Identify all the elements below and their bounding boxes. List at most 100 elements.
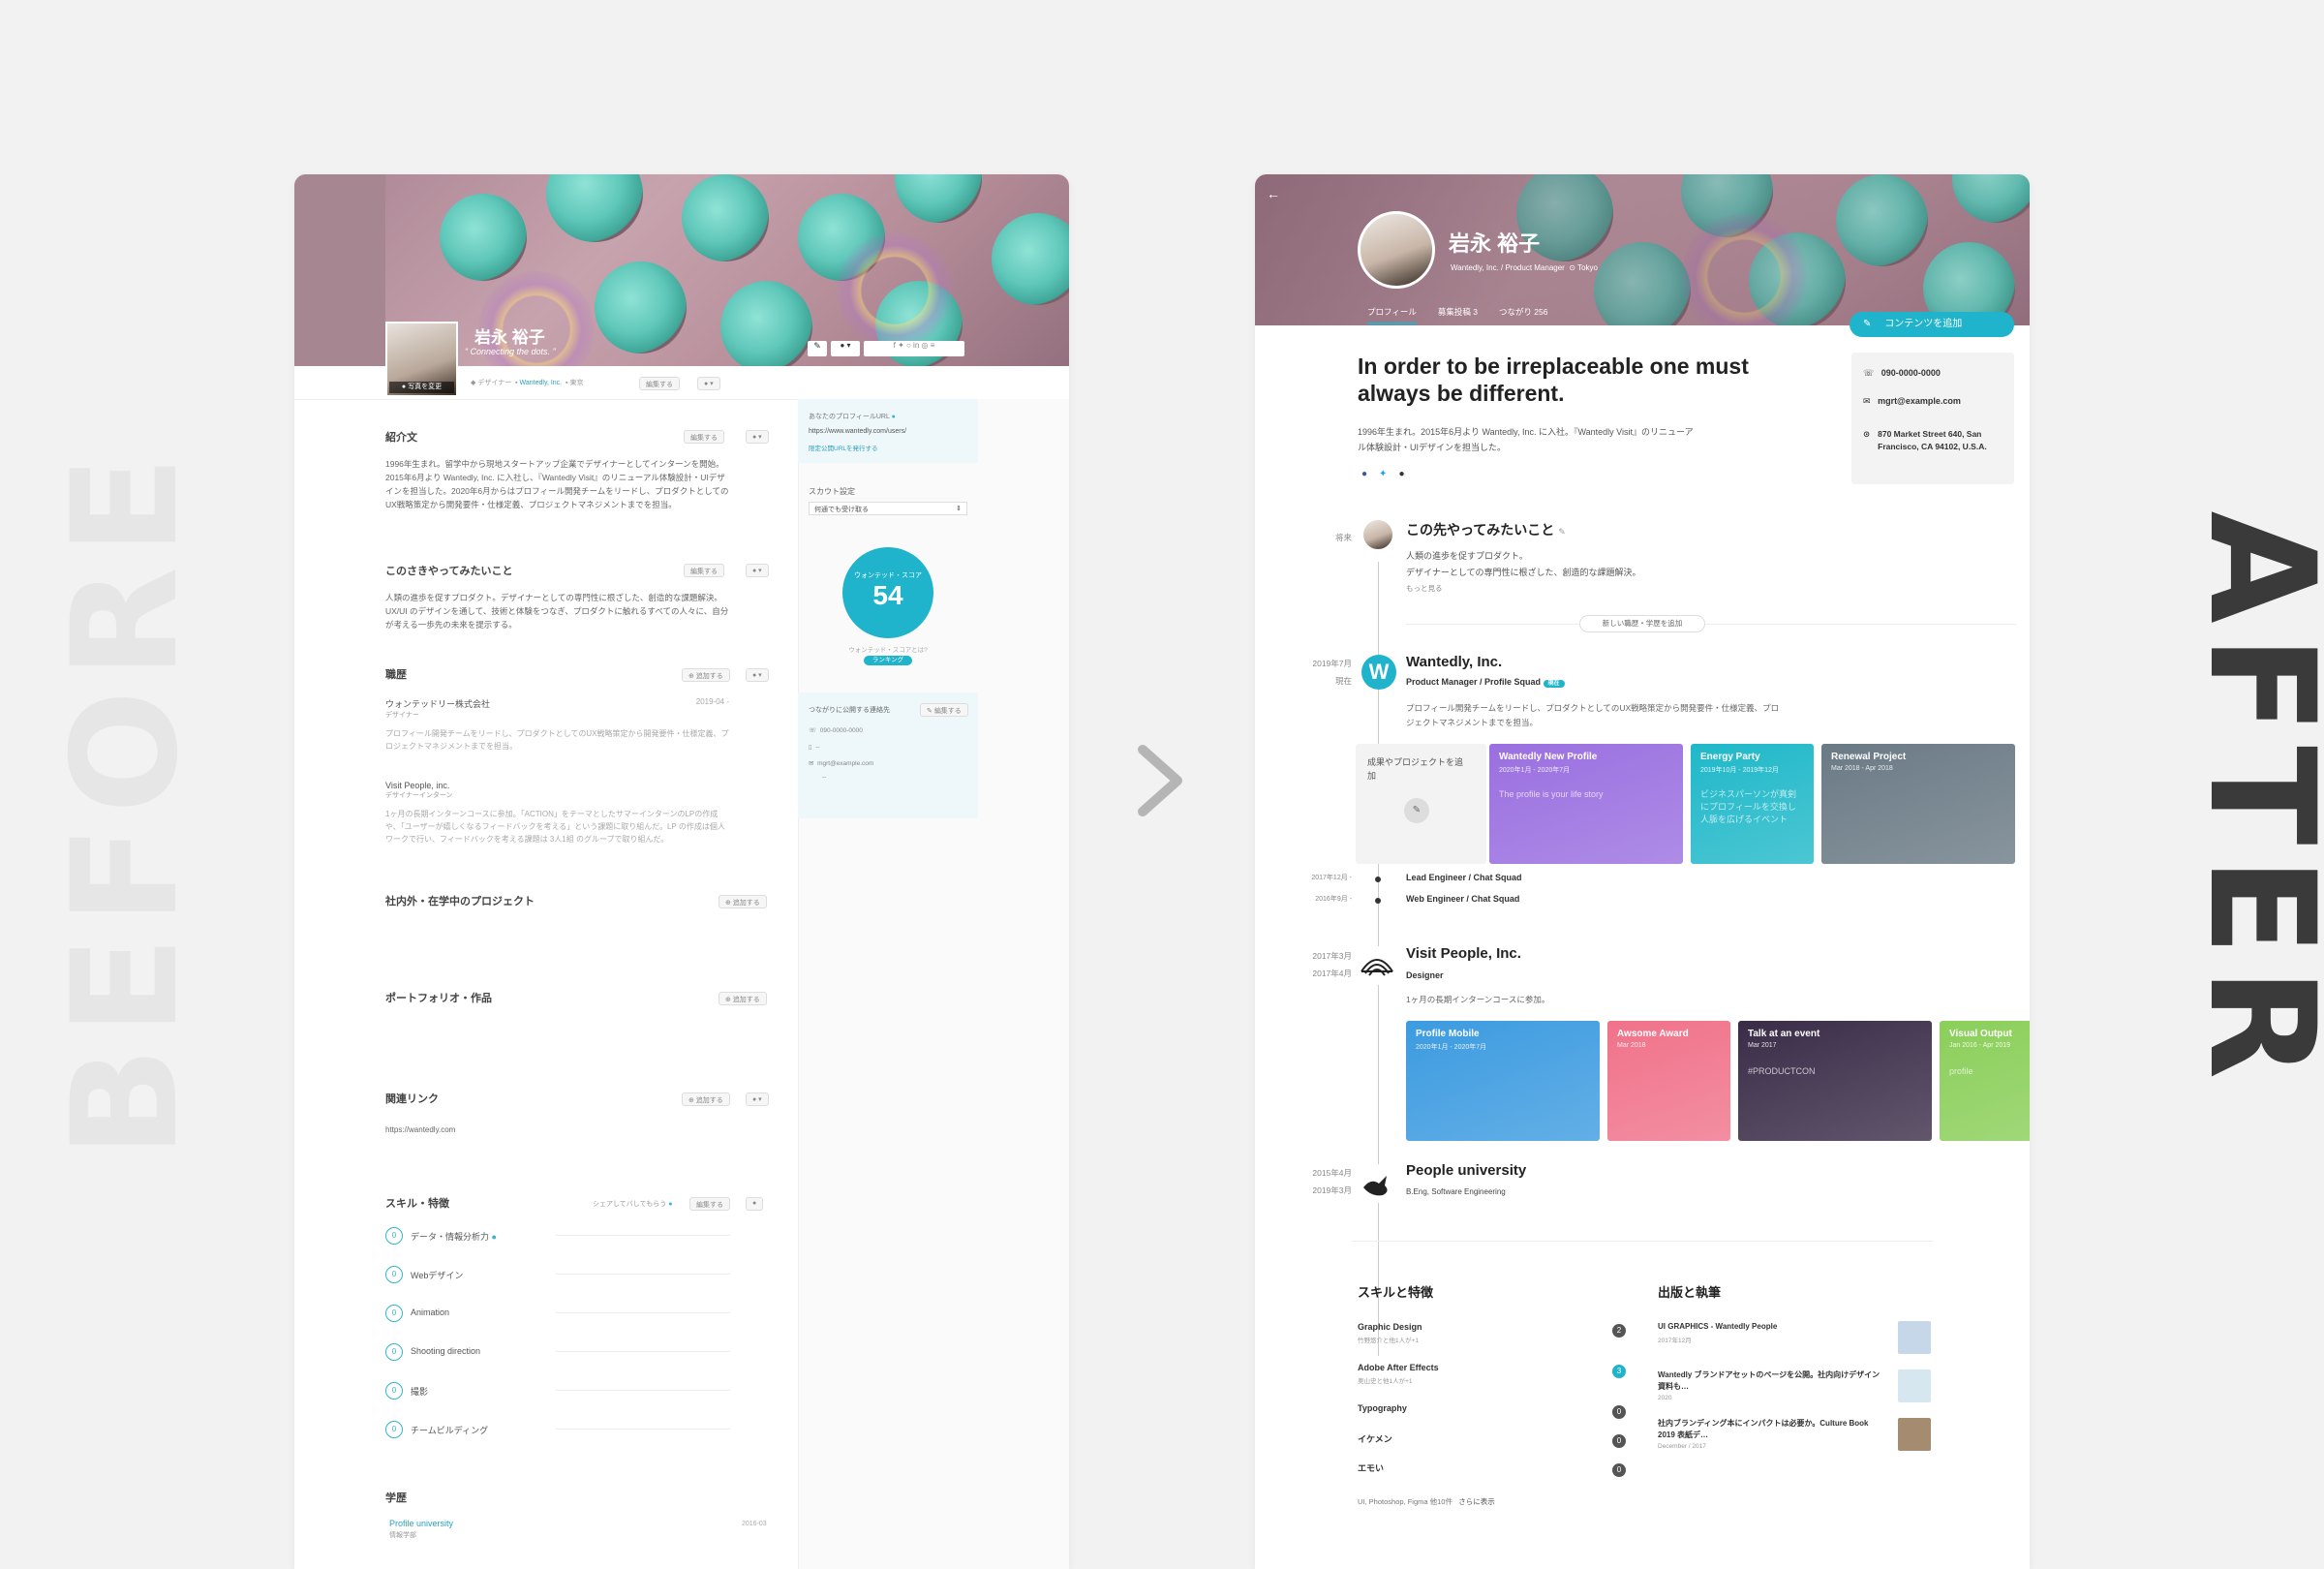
skill-row[interactable]: Adobe After Effects 奥山史と他1人が+1 3 — [1358, 1363, 1629, 1385]
skill-row[interactable]: Graphic Design 竹野悠介と他1人が+1 2 — [1358, 1322, 1629, 1344]
add-content-button[interactable]: ✎ コンテンツを追加 — [1850, 312, 2014, 337]
visibility-icon[interactable]: ● ▾ — [831, 341, 860, 356]
location-pin-icon: ⊙ — [1863, 429, 1871, 439]
projects-add-label: 追加する — [732, 900, 760, 907]
publication-item[interactable]: UI GRAPHICS - Wantedly People 2017年12月 — [1658, 1321, 1931, 1354]
skill-count[interactable]: 3 — [1612, 1365, 1626, 1378]
job-company[interactable]: Visit People, Inc. — [1406, 945, 1521, 962]
skill-count[interactable]: 0 — [385, 1421, 403, 1438]
skill-count[interactable]: 0 — [1612, 1463, 1626, 1477]
back-arrow-icon[interactable]: ← — [1267, 186, 1280, 201]
meta-company[interactable]: Wantedly, Inc. — [520, 380, 563, 386]
skill-count[interactable]: 0 — [385, 1343, 403, 1361]
contact-phone-text: 090-0000-0000 — [1881, 368, 1941, 378]
skill-count[interactable]: 0 — [385, 1266, 403, 1283]
future-heading: このさきやってみたいこと — [385, 566, 513, 577]
job-company[interactable]: Wantedly, Inc. — [1406, 654, 1502, 670]
tile-date: 2020年1月 - 2020年7月 — [1416, 1044, 1487, 1051]
score-help[interactable]: ウォンテッド・スコアとは? — [842, 644, 933, 654]
skills-more-link[interactable]: さらに表示 — [1458, 1497, 1495, 1506]
photo-change-button[interactable]: ● 写真を変更 — [389, 382, 454, 393]
projects-add-button[interactable]: ⊕ 追加する — [719, 895, 767, 908]
skill-count[interactable]: 2 — [1612, 1324, 1626, 1338]
contact-edit-button[interactable]: ✎ 編集する — [920, 703, 968, 717]
future-more-link[interactable]: もっと見る — [1406, 583, 1443, 594]
location-icon: ⊙ — [1569, 263, 1575, 272]
skills-visibility-button[interactable]: ● — [746, 1197, 764, 1211]
tab-posts[interactable]: 募集投稿 3 — [1438, 306, 1478, 324]
tile-title: Energy Party — [1700, 752, 1760, 762]
tab-profile[interactable]: プロフィール — [1367, 306, 1417, 324]
skill-name: Typography — [1358, 1403, 1407, 1413]
contact-phone: ☏ 090-0000-0000 — [1863, 368, 1941, 379]
career-item[interactable]: ウォンテッドリー株式会社 デザイナー 2019-04 - プロフィール開発チーム… — [385, 697, 729, 753]
meta-visibility-button[interactable]: ● ▾ — [697, 377, 720, 390]
edit-icon[interactable]: ● — [892, 414, 896, 420]
future-edit-button[interactable]: 編集する — [684, 564, 724, 577]
future-visibility-button[interactable]: ● ▾ — [746, 564, 769, 577]
pencil-icon[interactable]: ✎ — [808, 341, 827, 356]
contact-phone: ☏ 090-0000-0000 — [809, 726, 863, 734]
project-tile[interactable]: Visual Output Jan 2016 - Apr 2019 profile — [1940, 1021, 2030, 1141]
score-circle[interactable]: ウォンテッド・スコア 54 — [842, 547, 933, 638]
avatar[interactable] — [1358, 211, 1435, 289]
github-icon[interactable]: ● — [1398, 469, 1404, 479]
facebook-icon[interactable]: ● — [1361, 469, 1367, 479]
publication-item[interactable]: Wantedly ブランドアセットのページを公開。社内向けデザイン資料も… 202… — [1658, 1369, 1931, 1402]
chevron-right-icon — [1138, 745, 1182, 816]
job-desc: プロフィール開発チームをリードし、プロダクトとしてのUX戦略策定から開発要件・仕… — [1406, 703, 1780, 727]
meta-location: 東京 — [569, 380, 584, 386]
job-date-end: 2017年4月 — [1312, 969, 1352, 978]
skills-heading: スキル・特徴 — [385, 1198, 449, 1210]
future-title-text: この先やってみたいこと — [1406, 522, 1555, 538]
skill-count[interactable]: 0 — [385, 1305, 403, 1322]
publication-title: 社内ブランディング本にインパクトは必要か。Culture Book 2019 表… — [1658, 1419, 1869, 1439]
skills-more-list: UI, Photoshop, Figma 他10件 — [1358, 1497, 1452, 1506]
skill-name: Shooting direction — [411, 1346, 481, 1356]
profile-url[interactable]: https://www.wantedly.com/users/ — [809, 428, 906, 435]
career-visibility-button[interactable]: ● ▾ — [746, 668, 769, 682]
intro-visibility-button[interactable]: ● ▾ — [746, 430, 769, 444]
project-tile[interactable]: Talk at an event Mar 2017 #PRODUCTCON — [1738, 1021, 1932, 1141]
job-role: Designer — [1406, 970, 1444, 980]
add-project-tile[interactable]: 成果やプロジェクトを追加 ✎ — [1356, 744, 1486, 864]
skill-row[interactable]: Typography 0 — [1358, 1403, 1629, 1419]
skill-count[interactable]: 0 — [1612, 1434, 1626, 1448]
career-item[interactable]: Visit People, inc. デザイナーインターン 1ヶ月の長期インター… — [385, 781, 729, 846]
scout-select[interactable]: 何通でも受け取る ⇕ — [809, 502, 967, 515]
education-heading: 学歴 — [385, 1492, 407, 1504]
pencil-icon[interactable]: ✎ — [1558, 527, 1566, 537]
publication-item[interactable]: 社内ブランディング本にインパクトは必要か。Culture Book 2019 表… — [1658, 1418, 1931, 1451]
project-tile[interactable]: Energy Party 2019年10月 - 2019年12月 ビジネスパーソンが… — [1691, 744, 1814, 864]
education-school[interactable]: Profile university — [389, 1519, 453, 1528]
project-tile[interactable]: Profile Mobile 2020年1月 - 2020年7月 — [1406, 1021, 1600, 1141]
links-visibility-button[interactable]: ● ▾ — [746, 1092, 769, 1106]
subrole-title: Web Engineer / Chat Squad — [1406, 894, 1520, 904]
project-tile[interactable]: Renewal Project Mar 2018 - Apr 2018 — [1821, 744, 2015, 864]
project-tile[interactable]: Awsome Award Mar 2018 — [1607, 1021, 1730, 1141]
job-company[interactable]: People university — [1406, 1162, 1526, 1179]
meta-edit-button[interactable]: 編集する — [639, 377, 680, 390]
project-tile[interactable]: Wantedly New Profile 2020年1月 - 2020年7月 The… — [1489, 744, 1683, 864]
link-url[interactable]: https://wantedly.com — [385, 1125, 455, 1134]
skill-count[interactable]: 0 — [385, 1227, 403, 1245]
social-icons[interactable]: f ✦ ○ in ◎ ≡ — [864, 341, 964, 356]
url-publish-link[interactable]: 限定公開URLを発行する — [809, 443, 878, 452]
contact-address: ⊙ 870 Market Street 640, San Francisco, C… — [1863, 428, 2008, 453]
contact-empty: -- — [822, 774, 827, 781]
skill-row[interactable]: エモい 0 — [1358, 1461, 1629, 1477]
skill-count[interactable]: 0 — [1612, 1405, 1626, 1419]
intro-edit-button[interactable]: 編集する — [684, 430, 724, 444]
links-add-button[interactable]: ⊕ 追加する — [682, 1092, 730, 1106]
tile-overlay-text: profile — [1949, 1066, 1973, 1076]
career-role: デザイナー — [385, 712, 419, 719]
portfolio-add-button[interactable]: ⊕ 追加する — [719, 992, 767, 1005]
tab-connections[interactable]: つながり 256 — [1499, 306, 1548, 324]
ranking-badge[interactable]: ランキング — [864, 656, 912, 665]
career-add-button[interactable]: ⊕ 追加する — [682, 668, 730, 682]
skill-count[interactable]: 0 — [385, 1382, 403, 1400]
skill-row[interactable]: イケメン 0 — [1358, 1432, 1629, 1448]
add-career-button[interactable]: 新しい職歴・学歴を追加 — [1579, 615, 1705, 632]
twitter-icon[interactable]: ✦ — [1379, 469, 1387, 479]
skills-edit-button[interactable]: 編集する — [689, 1197, 730, 1211]
